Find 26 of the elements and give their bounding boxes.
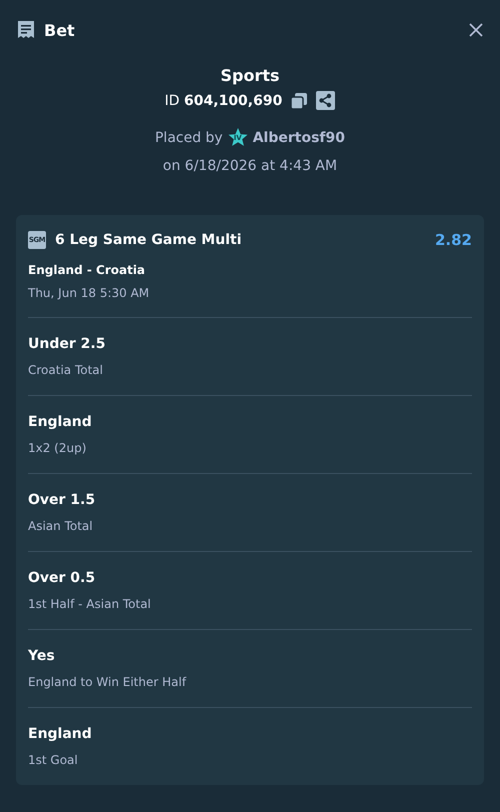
bet-id: ID 604,100,690 [164,92,282,108]
receipt-icon [16,20,36,40]
dialog-title: Bet [44,20,76,40]
placed-by-label: Placed by [154,130,223,146]
leg-market: Croatia Total [28,363,104,377]
share-button[interactable] [316,91,336,110]
bet-category: Sports [220,66,280,85]
placed-date: on 6/18/2026 at 4:43 AM [162,158,338,174]
leg-selection: Yes [28,648,56,664]
leg-selection: England [28,414,93,430]
match-name: England - Croatia [28,263,146,277]
leg-selection: Over 0.5 [28,570,96,586]
leg-market: 1x2 (2up) [28,441,88,455]
close-button[interactable] [468,22,484,38]
leg-market: 1st Half - Asian Total [28,597,152,611]
username-link[interactable]: Albertosf90 [252,130,345,146]
bet-type-title: 6 Leg Same Game Multi [55,232,242,248]
bet-odds: 2.82 [434,231,472,249]
copy-button[interactable] [290,92,308,110]
leg-market: England to Win Either Half [28,675,188,689]
leg-selection: Over 1.5 [28,492,96,508]
leg-market: Asian Total [28,519,94,533]
leg-market: 1st Goal [28,753,79,767]
leg-selection: England [28,726,93,742]
leg-selection: Under 2.5 [28,336,106,352]
match-time: Thu, Jun 18 5:30 AM [28,286,150,300]
